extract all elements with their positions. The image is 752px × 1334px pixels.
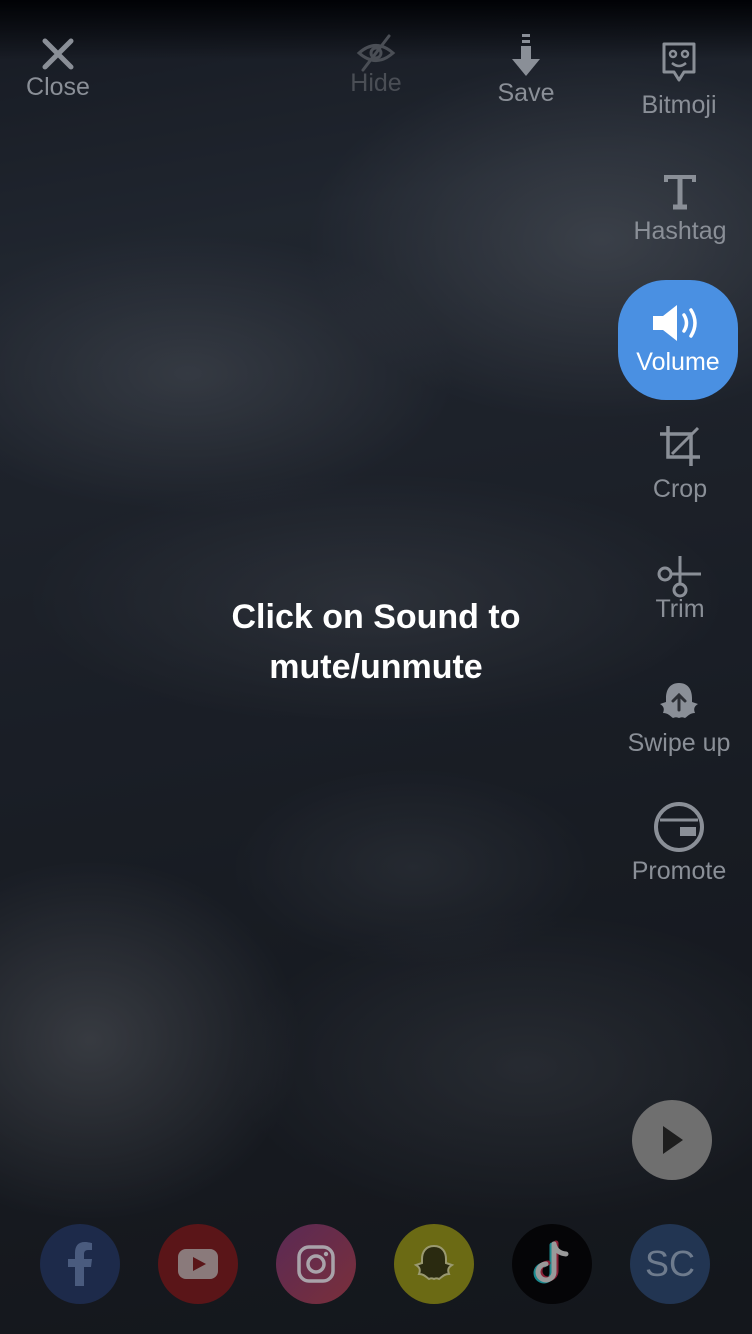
share-facebook-button[interactable] (40, 1224, 120, 1304)
promote-label: Promote (631, 857, 727, 885)
hint-line-1: Click on Sound to (231, 598, 521, 636)
bitmoji-icon (662, 42, 696, 82)
share-snapchat-button[interactable] (394, 1224, 474, 1304)
play-button[interactable] (632, 1100, 712, 1180)
share-youtube-button[interactable] (158, 1224, 238, 1304)
save-label: Save (497, 79, 555, 107)
hashtag-button[interactable]: Hashtag (628, 174, 732, 246)
instagram-icon (297, 1245, 335, 1283)
promote-icon (654, 802, 704, 852)
crop-icon (660, 426, 700, 466)
hide-button[interactable]: Hide (344, 32, 408, 98)
save-button[interactable]: Save (494, 32, 558, 108)
share-instagram-button[interactable] (276, 1224, 356, 1304)
volume-button[interactable]: Volume (618, 280, 738, 400)
sc-label: SC (644, 1243, 695, 1284)
crop-button[interactable]: Crop (640, 424, 720, 504)
share-sc-button[interactable]: SC (630, 1224, 710, 1304)
hint-line-2: mute/unmute (269, 648, 483, 686)
mute-hint: Click on Sound to mute/unmute (176, 592, 576, 692)
snapchat-icon (413, 1244, 455, 1281)
swipe-up-button[interactable]: Swipe up (618, 680, 740, 758)
trim-label: Trim (655, 595, 705, 623)
close-label: Close (26, 73, 90, 101)
text-icon (664, 175, 696, 210)
bitmoji-button[interactable]: Bitmoji (636, 40, 722, 120)
promote-button[interactable]: Promote (624, 800, 734, 886)
speaker-icon (653, 305, 697, 341)
ghost-arrow-icon (660, 683, 698, 718)
scissors-icon (657, 556, 701, 598)
hashtag-label: Hashtag (633, 217, 727, 245)
facebook-icon (68, 1242, 92, 1286)
download-icon (512, 34, 540, 76)
share-tiktok-button[interactable] (512, 1224, 592, 1304)
close-icon (42, 38, 74, 70)
play-icon (663, 1126, 683, 1154)
hide-label: Hide (350, 69, 402, 97)
volume-label: Volume (636, 348, 720, 376)
trim-button[interactable]: Trim (640, 554, 720, 624)
bitmoji-label: Bitmoji (641, 91, 717, 119)
crop-label: Crop (652, 475, 708, 503)
tiktok-icon (533, 1240, 569, 1284)
swipe-up-label: Swipe up (627, 729, 731, 757)
close-button[interactable]: Close (22, 36, 94, 102)
youtube-icon (178, 1249, 218, 1279)
